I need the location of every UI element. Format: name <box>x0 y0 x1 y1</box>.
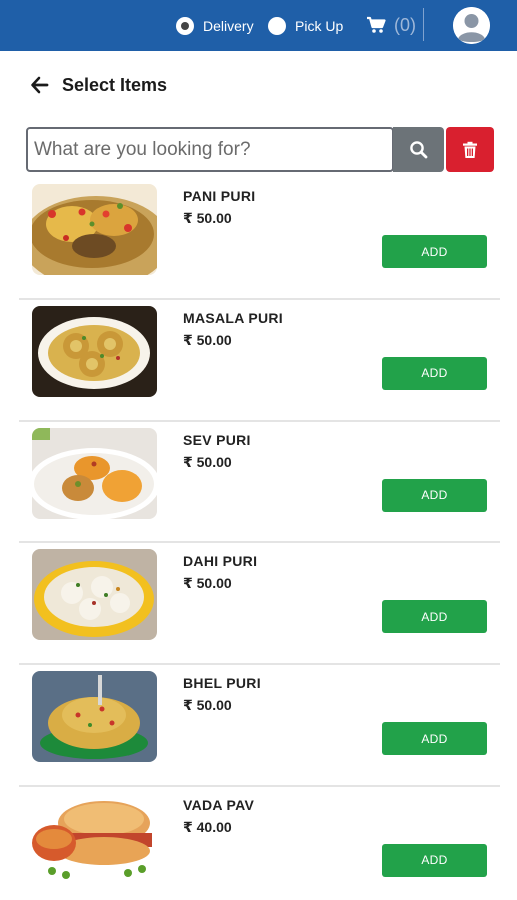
page-header: Select Items <box>30 72 167 98</box>
item-price: ₹ 50.00 <box>183 210 232 226</box>
item-image-sev-puri <box>32 427 157 519</box>
pickup-label: Pick Up <box>295 18 344 34</box>
cart-count: (0) <box>394 14 416 35</box>
item-image-dahi-puri <box>32 549 157 641</box>
user-avatar-icon[interactable] <box>453 7 490 44</box>
cart-icon <box>366 16 386 34</box>
item-image-vada-pav <box>32 792 157 884</box>
pickup-option[interactable]: Pick Up <box>268 16 343 36</box>
list-item: SEV PURI ₹ 50.00 ADD <box>19 422 500 544</box>
list-item: VADA PAV ₹ 40.00 ADD <box>19 787 500 900</box>
add-button[interactable]: ADD <box>382 235 487 268</box>
item-image-masala-puri <box>32 305 157 397</box>
pickup-radio[interactable] <box>268 17 286 35</box>
item-price: ₹ 50.00 <box>183 331 232 348</box>
item-price: ₹ 50.00 <box>183 697 232 714</box>
item-name: VADA PAV <box>183 796 255 813</box>
item-image-pani-puri <box>32 184 157 275</box>
add-button[interactable]: ADD <box>382 843 487 877</box>
list-item: DAHI PURI ₹ 50.00 ADD <box>19 543 500 666</box>
top-bar: Delivery Pick Up (0) <box>0 0 517 51</box>
delivery-option[interactable]: Delivery <box>176 16 254 36</box>
cart-button[interactable]: (0) <box>366 13 416 37</box>
delivery-radio[interactable] <box>176 17 194 35</box>
list-item: BHEL PURI ₹ 50.00 ADD <box>19 665 500 787</box>
item-name: MASALA PURI <box>183 309 284 326</box>
add-button[interactable]: ADD <box>382 600 487 634</box>
back-arrow-icon[interactable] <box>30 75 50 95</box>
add-button[interactable]: ADD <box>382 722 487 756</box>
delivery-label: Delivery <box>203 18 254 34</box>
item-name: BHEL PURI <box>183 675 261 692</box>
search-button[interactable] <box>393 127 444 172</box>
list-item: MASALA PURI ₹ 50.00 ADD <box>19 300 500 422</box>
item-price: ₹ 40.00 <box>183 818 232 835</box>
search-icon <box>409 140 427 158</box>
item-image-bhel-puri <box>32 671 157 763</box>
clear-button[interactable] <box>446 127 494 172</box>
item-price: ₹ 50.00 <box>183 575 232 592</box>
item-name: SEV PURI <box>183 431 251 448</box>
list-item: PANI PURI ₹ 50.00 ADD <box>19 178 500 300</box>
add-button[interactable]: ADD <box>382 478 487 512</box>
page-title: Select Items <box>62 74 168 95</box>
divider <box>423 8 424 41</box>
item-name: PANI PURI <box>183 188 256 204</box>
item-name: DAHI PURI <box>183 553 258 570</box>
item-list: PANI PURI ₹ 50.00 ADD MASALA PURI ₹ 50.0… <box>19 178 500 900</box>
search-input[interactable] <box>26 127 394 172</box>
add-button[interactable]: ADD <box>382 356 487 390</box>
trash-icon <box>463 141 477 158</box>
item-price: ₹ 50.00 <box>183 453 232 470</box>
